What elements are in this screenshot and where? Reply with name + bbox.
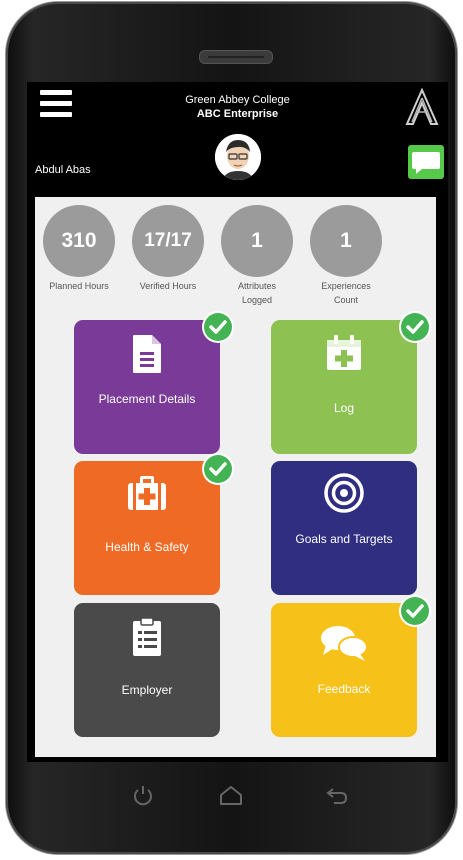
completed-check-icon: [401, 313, 429, 341]
stat-verified-hours: 17/17: [132, 205, 204, 277]
target-icon: [271, 473, 417, 513]
clipboard-list-icon: [74, 617, 220, 657]
completed-check-icon: [204, 313, 232, 341]
completed-check-icon: [204, 455, 232, 483]
tile-label-health-safety: Health & Safety: [105, 540, 189, 554]
enterprise-name: ABC Enterprise: [196, 108, 279, 120]
app-logo-icon: [405, 88, 439, 125]
earpiece-speaker: [199, 50, 273, 64]
stat-planned-hours: 310: [43, 205, 115, 277]
chat-bubble-icon: [412, 152, 440, 174]
tile-placement-details[interactable]: Placement Details: [74, 320, 220, 454]
back-icon[interactable]: [324, 782, 350, 808]
user-name: Abdul Abas: [35, 164, 91, 176]
power-icon[interactable]: [130, 782, 156, 808]
tile-label-feedback: Feedback: [317, 682, 371, 696]
tile-label-placement-details: Placement Details: [98, 392, 196, 406]
tile-label-goals-targets: Goals and Targets: [295, 532, 393, 546]
college-name: Green Abbey College: [185, 94, 290, 106]
stat-attributes-logged: 1: [221, 205, 293, 277]
tile-label-employer: Employer: [121, 683, 173, 697]
calendar-plus-icon: [271, 334, 417, 374]
tile-employer[interactable]: Employer: [74, 603, 220, 737]
tile-goals-targets[interactable]: Goals and Targets: [271, 461, 417, 595]
tile-feedback[interactable]: Feedback: [271, 603, 417, 737]
app-screen: Green Abbey College ABC Enterprise Abdul…: [27, 82, 448, 762]
dashboard-content: 310 17/17 1 1 Planned Hours Verified Hou…: [35, 197, 436, 757]
tile-label-log: Log: [333, 401, 355, 415]
document-icon: [74, 334, 220, 374]
stat-label-verified-hours: Verified Hours: [139, 281, 197, 291]
first-aid-kit-icon: [74, 475, 220, 515]
user-avatar[interactable]: [215, 134, 261, 180]
stat-label-experiences-count: Experiences Count: [321, 281, 371, 305]
stat-label-attributes-logged: Attributes Logged: [237, 281, 277, 305]
tile-log[interactable]: Log: [271, 320, 417, 454]
completed-check-icon: [401, 597, 429, 625]
tile-health-safety[interactable]: Health & Safety: [74, 461, 220, 595]
avatar-face-icon: [215, 134, 261, 180]
device-nav-bar: [6, 782, 463, 842]
speech-bubbles-icon: [271, 623, 417, 663]
chat-button[interactable]: [408, 145, 444, 179]
stat-experiences-count: 1: [310, 205, 382, 277]
home-icon[interactable]: [218, 782, 244, 808]
stat-label-planned-hours: Planned Hours: [49, 281, 109, 291]
app-header: Green Abbey College ABC Enterprise Abdul…: [27, 82, 448, 200]
phone-frame: Green Abbey College ABC Enterprise Abdul…: [6, 2, 457, 854]
